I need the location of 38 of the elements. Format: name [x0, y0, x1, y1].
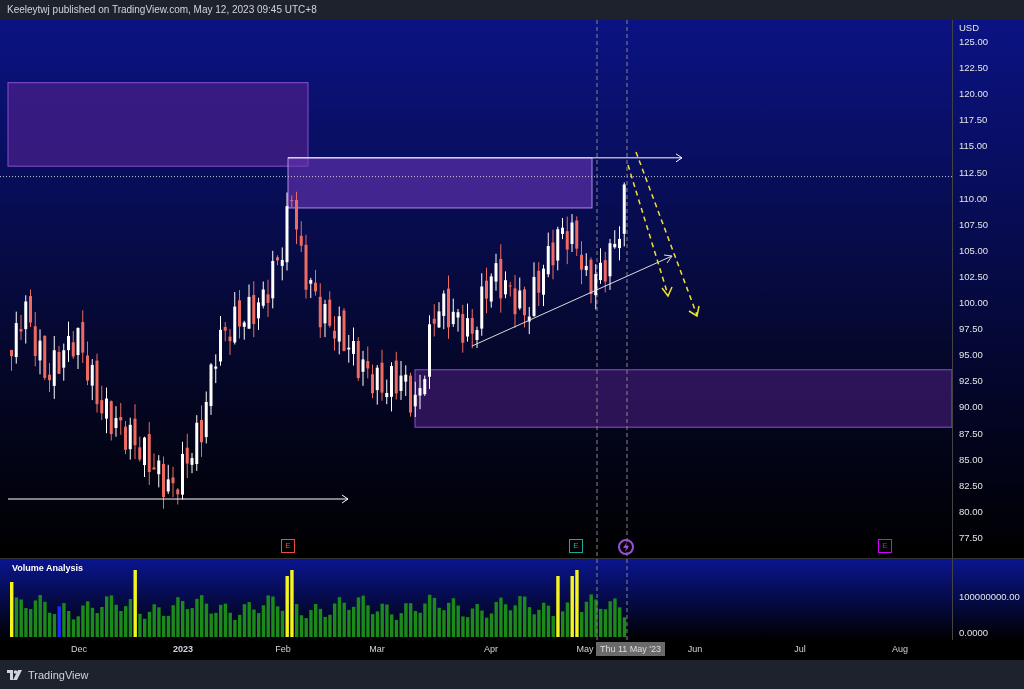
time-label: Aug [891, 644, 909, 654]
price-tick: 85.00 [959, 453, 983, 465]
price-tick: 110.00 [959, 192, 988, 204]
time-label: 2023 [172, 644, 194, 654]
volume-tick: 0.0000 [959, 627, 989, 638]
price-tick: 125.00 [959, 36, 989, 47]
time-label: Feb [274, 644, 292, 654]
currency-label: USD [959, 22, 980, 33]
price-tick: 97.50 [959, 323, 983, 335]
price-tick: 105.00 [959, 244, 989, 256]
price-tick: 107.50 [959, 218, 989, 230]
price-tick: 95.00 [959, 349, 983, 361]
earnings-marker[interactable]: E [281, 539, 295, 553]
volume-tick: 100000000.00 [959, 591, 1020, 602]
price-tick: 80.00 [959, 505, 983, 517]
price-tick: 82.50 [959, 479, 983, 491]
time-label: Jun [686, 644, 704, 654]
price-tick: 77.50 [959, 531, 983, 543]
indicator-title: Volume Analysis [12, 563, 84, 573]
time-label: Apr [483, 644, 499, 654]
crosshair-date-label: Thu 11 May '23 [596, 642, 666, 656]
time-label: Jul [793, 644, 807, 654]
price-tick: 87.50 [959, 427, 983, 439]
time-label: Dec [70, 644, 88, 654]
price-tick: 120.00 [959, 88, 989, 100]
price-tick: 92.50 [959, 375, 983, 387]
price-tick: 90.00 [959, 401, 983, 413]
earnings-marker[interactable]: E [569, 539, 583, 553]
price-tick: 122.50 [959, 62, 989, 74]
price-tick: 100.00 [959, 297, 989, 308]
price-tick: 102.50 [959, 270, 989, 282]
price-tick: 115.00 [959, 140, 988, 152]
price-tick: 112.50 [959, 166, 988, 178]
earnings-marker[interactable]: E [878, 539, 892, 553]
price-tick: 117.50 [959, 114, 988, 126]
brand-name: TradingView [28, 668, 89, 681]
time-label: Mar [368, 644, 386, 654]
publish-info: Keeleytwj published on TradingView.com, May 12, 2023 09:45 UTC+8 [6, 3, 318, 17]
